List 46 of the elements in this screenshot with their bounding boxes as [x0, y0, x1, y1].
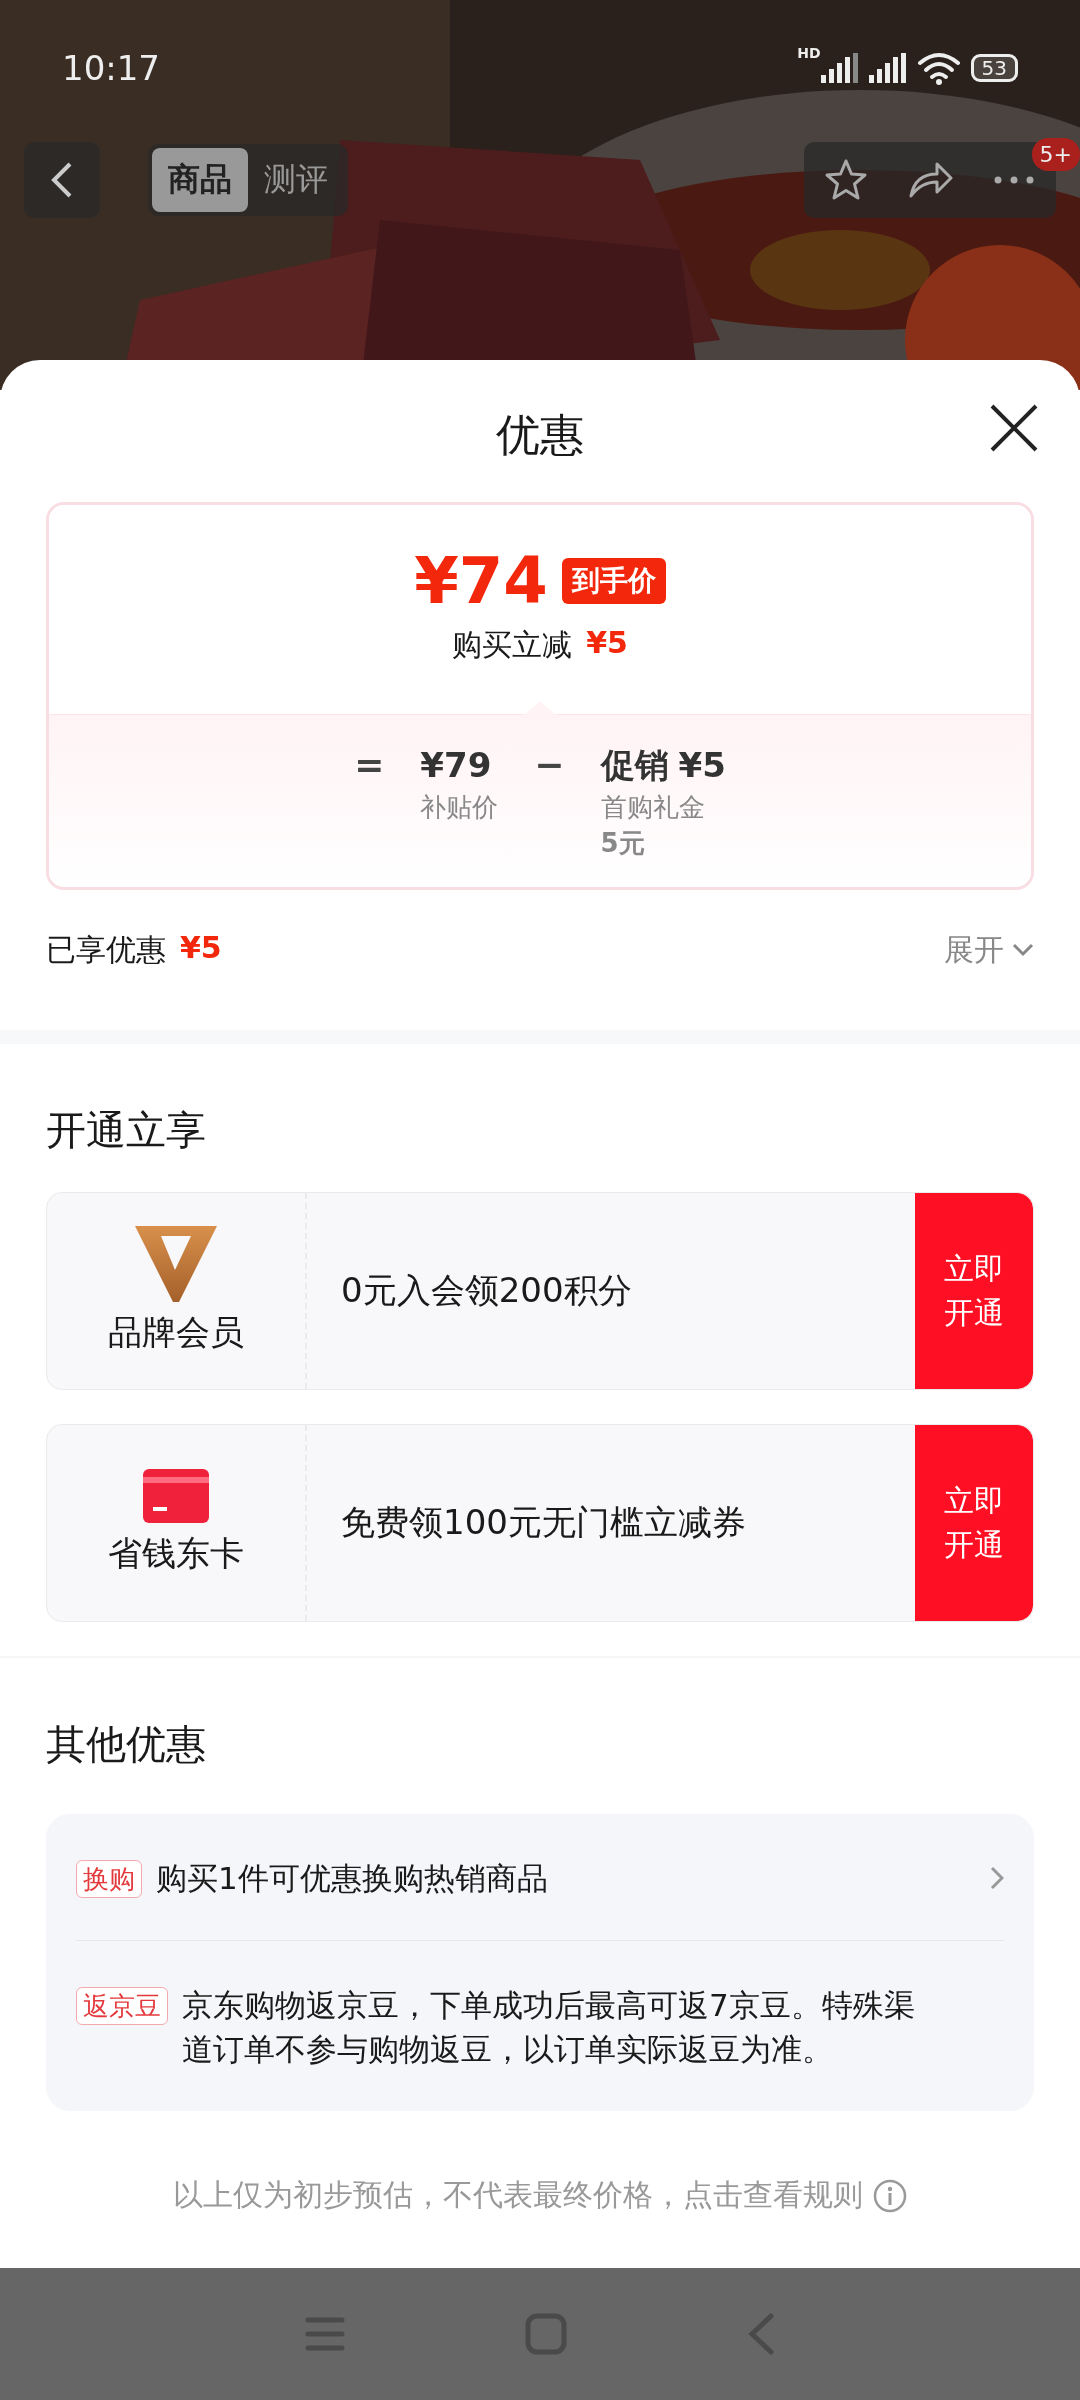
- signal-icon: [868, 53, 907, 83]
- offer-tag: 换购: [76, 1860, 142, 1898]
- notification-badge: 5+: [1031, 138, 1080, 171]
- minus-sign: −: [534, 743, 565, 787]
- brand-logo-icon: [135, 1226, 217, 1302]
- reduction-value: ¥5: [586, 625, 628, 662]
- tab[interactable]: 测评: [248, 148, 344, 212]
- offer-text: 购买1件可优惠换购热销商品: [156, 1859, 549, 1898]
- final-price: ¥74: [414, 549, 548, 613]
- signal-icon: [820, 53, 859, 83]
- expand-button[interactable]: 展开: [944, 929, 1034, 971]
- back-button[interactable]: [24, 142, 100, 218]
- close-icon[interactable]: [988, 402, 1040, 454]
- activate-button[interactable]: 立即开通: [915, 1193, 1033, 1389]
- benefit-text: 免费领100元无门槛立减券: [341, 1501, 746, 1544]
- membership-name: 品牌会员: [108, 1311, 244, 1354]
- network-label: HD: [797, 45, 821, 61]
- disclaimer-text[interactable]: 以上仅为初步预估，不代表最终价格，点击查看规则: [173, 2175, 863, 2216]
- promo-note: 5元: [600, 827, 646, 860]
- section-title: 其他优惠: [45, 1719, 207, 1769]
- status-time: 10:17: [62, 48, 161, 88]
- subsidy-price: ¥79: [420, 744, 493, 787]
- benefit-text: 0元入会领200积分: [341, 1269, 632, 1312]
- promo-note: 首购礼金: [600, 791, 706, 824]
- sheet-title: 优惠: [496, 407, 584, 462]
- card-icon: [143, 1469, 209, 1523]
- equals-sign: =: [354, 743, 385, 787]
- reduction-label: 购买立减: [452, 626, 573, 664]
- section-title: 开通立享: [45, 1105, 207, 1155]
- promo-label: 促销: [600, 744, 669, 787]
- membership-name: 省钱东卡: [108, 1532, 244, 1575]
- promo-value: ¥5: [678, 744, 726, 787]
- offer-text: 京东购物返京豆，下单成功后最高可返7京豆。特殊渠道订单不参与购物返豆，以订单实际返豆为准。: [182, 1986, 916, 2069]
- price-tag: 到手价: [561, 558, 666, 604]
- chevron-right-icon[interactable]: [990, 1866, 1004, 1890]
- subsidy-label: 补贴价: [420, 791, 499, 824]
- offer-tag: 返京豆: [76, 1987, 168, 2025]
- wifi-icon: [916, 51, 961, 85]
- battery-icon: 53: [970, 54, 1018, 82]
- discount-label: 已享优惠: [46, 930, 166, 969]
- activate-button[interactable]: 立即开通: [915, 1425, 1033, 1621]
- chevron-left-icon: [50, 160, 74, 200]
- tab[interactable]: 商品: [152, 148, 248, 212]
- discount-value: ¥5: [180, 929, 222, 967]
- info-icon[interactable]: [873, 2178, 907, 2213]
- chevron-down-icon: [1012, 943, 1034, 957]
